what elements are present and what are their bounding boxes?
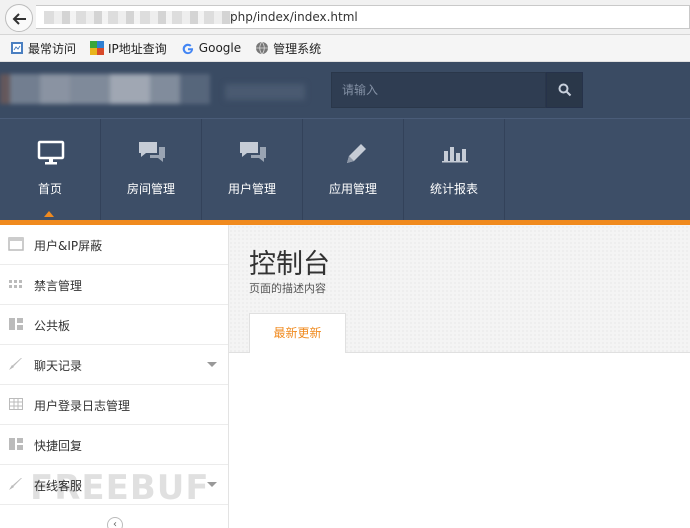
monitor-icon xyxy=(37,140,65,165)
active-caret xyxy=(44,211,54,217)
tab-panel xyxy=(229,353,690,528)
bookmark-label: Google xyxy=(198,41,242,55)
bookmark-page-icon xyxy=(11,42,23,54)
table-icon xyxy=(9,398,23,410)
sidebar-item-label: 禁言管理 xyxy=(34,279,83,293)
page-description: 页面的描述内容 xyxy=(249,282,326,295)
sidebar-item-label: 用户登录日志管理 xyxy=(34,399,131,413)
layout-icon xyxy=(9,438,23,450)
brush-icon xyxy=(9,478,22,490)
browser-address-bar: php/index/index.html xyxy=(0,0,690,35)
sidebar-item-label: 公共板 xyxy=(34,319,71,333)
nav-item-users[interactable]: 用户管理 xyxy=(202,119,303,221)
nav-item-rooms[interactable]: 房间管理 xyxy=(101,119,202,221)
url-redacted xyxy=(44,11,234,24)
logo-redacted xyxy=(0,74,210,104)
grid-dots-icon xyxy=(9,280,22,288)
bookmark-ip-lookup[interactable]: IP地址查询 xyxy=(90,40,167,57)
sidebar-item-login-log[interactable]: 用户登录日志管理 xyxy=(0,385,228,425)
nav-label: 房间管理 xyxy=(126,182,175,196)
nav-label: 应用管理 xyxy=(328,182,377,196)
watermark: FREEBUF xyxy=(30,468,210,508)
bookmark-label: 管理系统 xyxy=(273,41,322,56)
header-search xyxy=(331,72,583,108)
puzzle-icon xyxy=(90,41,105,55)
layout-icon xyxy=(9,318,23,330)
search-input[interactable] xyxy=(331,72,546,108)
sidebar-item-label: 快捷回复 xyxy=(34,439,83,453)
sidebar-item-user-ip-block[interactable]: 用户&IP屏蔽 xyxy=(0,225,228,265)
window-icon xyxy=(8,237,24,251)
nav-label: 首页 xyxy=(37,182,62,196)
bookmark-label: IP地址查询 xyxy=(108,41,167,56)
nav-item-home[interactable]: 首页 xyxy=(0,119,101,221)
nav-item-apps[interactable]: 应用管理 xyxy=(303,119,404,221)
sidebar-item-label: 用户&IP屏蔽 xyxy=(34,239,103,253)
nav-label: 统计报表 xyxy=(429,182,478,196)
brush-icon xyxy=(9,358,22,370)
pencil-icon xyxy=(347,144,366,163)
tab-latest-updates[interactable]: 最新更新 xyxy=(249,313,346,353)
nav-label: 用户管理 xyxy=(227,182,276,196)
main-nav: 首页 房间管理 用户管理 应用管理 统计报表 xyxy=(0,118,690,221)
url-text: php/index/index.html xyxy=(230,10,358,24)
back-button[interactable] xyxy=(5,4,33,32)
bookmark-admin-system[interactable]: 管理系统 xyxy=(255,40,321,57)
sidebar-item-mute[interactable]: 禁言管理 xyxy=(0,265,228,305)
bookmark-most-visited[interactable]: 最常访问 xyxy=(10,40,76,57)
bookmarks-bar: 最常访问 IP地址查询 Google 管理系统 xyxy=(0,35,690,62)
sidebar-item-quick-reply[interactable]: 快捷回复 xyxy=(0,425,228,465)
bookmark-label: 最常访问 xyxy=(28,41,77,56)
url-input[interactable]: php/index/index.html xyxy=(36,5,690,29)
google-icon xyxy=(182,43,193,55)
sidebar-collapse-button[interactable]: ‹ xyxy=(107,517,123,528)
arrow-left-icon xyxy=(12,13,26,25)
sidebar-item-label: 聊天记录 xyxy=(34,359,83,373)
page-title: 控制台 xyxy=(249,249,330,280)
site-name-redacted xyxy=(225,84,305,100)
chevron-down-icon xyxy=(207,362,217,367)
sidebar-item-board[interactable]: 公共板 xyxy=(0,305,228,345)
main-content: 控制台 页面的描述内容 最新更新 xyxy=(229,225,690,528)
globe-icon xyxy=(256,41,269,55)
nav-item-reports[interactable]: 统计报表 xyxy=(404,119,505,221)
search-button[interactable] xyxy=(546,72,583,108)
sidebar-item-chat-log[interactable]: 聊天记录 xyxy=(0,345,228,385)
chat-bubbles-icon xyxy=(240,142,266,162)
bookmark-google[interactable]: Google xyxy=(181,41,241,55)
bar-chart-icon xyxy=(442,147,468,163)
chat-bubbles-icon xyxy=(139,142,165,162)
search-icon xyxy=(558,83,572,97)
